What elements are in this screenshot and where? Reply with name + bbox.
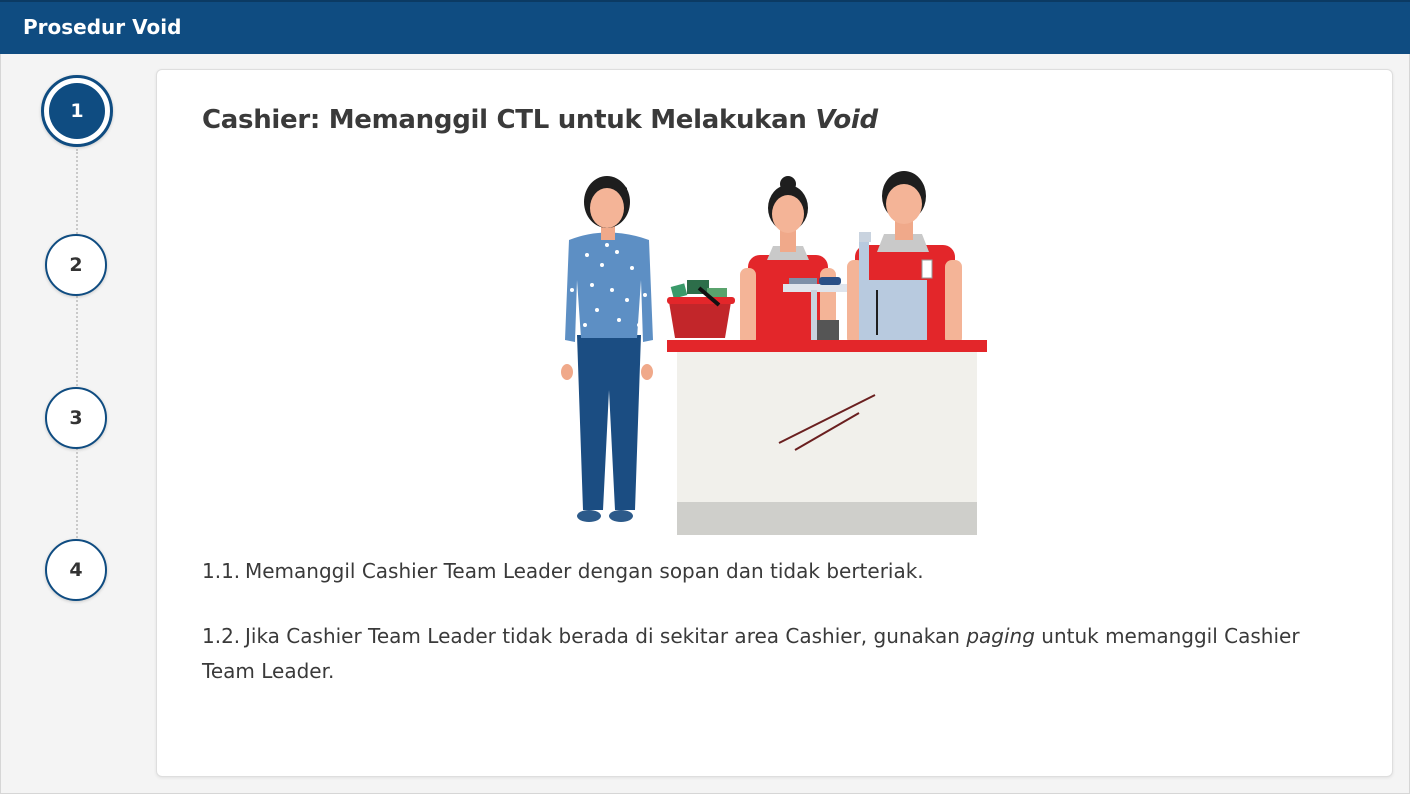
- step-4-label: 4: [69, 559, 83, 581]
- instruction-text-2-emphasis: paging: [966, 624, 1035, 648]
- content-title-main: Cashier: Memanggil CTL untuk Melakukan: [202, 105, 816, 135]
- top-bar: Prosedur Void: [0, 0, 1410, 54]
- step-2-label: 2: [69, 254, 83, 276]
- checkout-counter: [667, 340, 987, 535]
- cashier-female-figure: [740, 176, 847, 346]
- instruction-item-2: 1.2. Jika Cashier Team Leader tidak berad…: [202, 619, 1332, 689]
- content-title-emphasis: Void: [815, 105, 878, 135]
- cashier-counter-illustration: [561, 171, 987, 535]
- content-card: Cashier: Memanggil CTL untuk Melakukan V…: [156, 69, 1393, 777]
- step-1-label: 1: [49, 83, 105, 139]
- customer-figure: [561, 176, 653, 522]
- content-title: Cashier: Memanggil CTL untuk Melakukan V…: [202, 105, 878, 135]
- step-connector-line: [76, 149, 78, 589]
- page-title: Prosedur Void: [23, 15, 182, 39]
- instruction-text-1: Memanggil Cashier Team Leader dengan sop…: [245, 559, 924, 583]
- step-3-button[interactable]: 3: [45, 387, 107, 449]
- step-navigator: 1 2 3 4: [0, 54, 150, 794]
- instruction-number-1: 1.1.: [202, 559, 241, 583]
- instruction-number-2: 1.2.: [202, 624, 241, 648]
- step-3-label: 3: [69, 407, 83, 429]
- step-1-button[interactable]: 1: [41, 75, 113, 147]
- instruction-text-2-before: Jika Cashier Team Leader tidak berada di…: [245, 624, 967, 648]
- step-2-button[interactable]: 2: [45, 234, 107, 296]
- cashier-male-figure: [847, 171, 962, 345]
- step-4-button[interactable]: 4: [45, 539, 107, 601]
- instruction-item-1: 1.1. Memanggil Cashier Team Leader dengan…: [202, 554, 1332, 589]
- basket-icon: [667, 280, 735, 338]
